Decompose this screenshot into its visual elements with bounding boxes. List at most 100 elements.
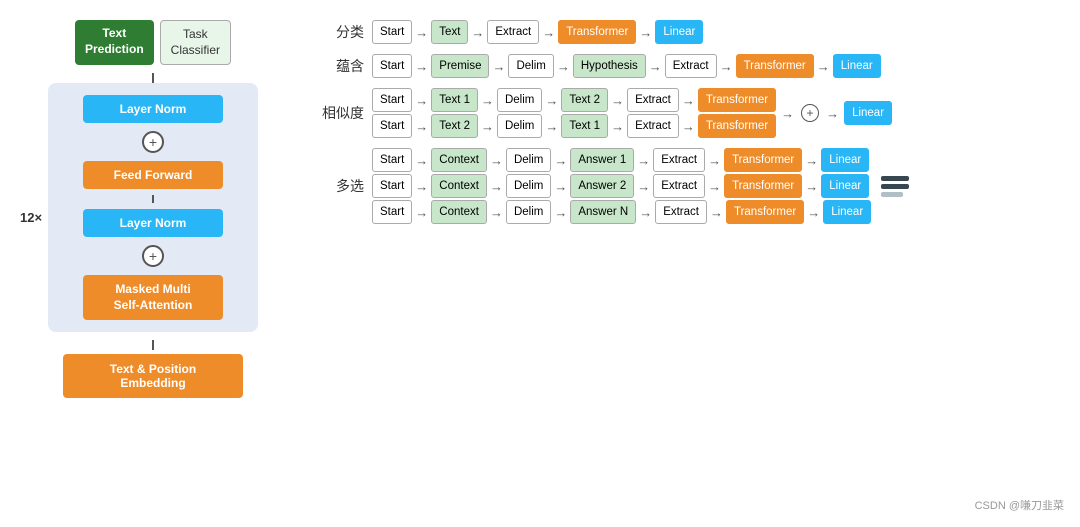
text-prediction-box: Text Prediction	[75, 20, 154, 65]
stacked-bar-1	[881, 176, 909, 181]
arrow-bottom	[152, 340, 154, 350]
stacked-bar-3	[881, 192, 903, 197]
entailment-label: 蕴含	[318, 56, 364, 76]
sim1-text2: Text 2	[561, 88, 608, 112]
mc-rows: Start → Context → Delim → Answer 1 → Ext…	[372, 148, 871, 224]
sim2-text2: Text 2	[431, 114, 478, 138]
stacked-bar-2	[881, 184, 909, 189]
left-panel: Text Prediction Task Classifier Layer No…	[8, 10, 298, 517]
sim-row2: Start → Text 2 → Delim → Text 1 → Extrac…	[372, 114, 776, 138]
plus-circle-bottom: +	[142, 245, 164, 267]
arr8: →	[649, 59, 662, 74]
sim1-transformer: Transformer	[698, 88, 776, 112]
arrow-top	[152, 73, 154, 83]
mc3-context: Context	[431, 200, 487, 224]
sim-plus: +	[801, 104, 819, 122]
sim1-delim: Delim	[497, 88, 542, 112]
plus-row-bottom: +	[64, 243, 242, 269]
sim2-start: Start	[372, 114, 412, 138]
right-panel: 分类 Start → Text → Extract → Transformer …	[298, 10, 1072, 517]
sim1-extract: Extract	[627, 88, 679, 112]
ent-delim: Delim	[508, 54, 553, 78]
mc1-delim: Delim	[506, 148, 551, 172]
mc2-delim: Delim	[506, 174, 551, 198]
mc2-start: Start	[372, 174, 412, 198]
top-boxes: Text Prediction Task Classifier	[75, 20, 231, 65]
plus-row-top: +	[64, 129, 242, 155]
classification-chain: Start → Text → Extract → Transformer → L…	[372, 20, 703, 44]
cls-linear: Linear	[655, 20, 703, 44]
arr3: →	[542, 25, 555, 40]
cls-text: Text	[431, 20, 468, 44]
sim-rows: Start → Text 1 → Delim → Text 2 → Extrac…	[372, 88, 776, 138]
mc1-start: Start	[372, 148, 412, 172]
similarity-wrapper: Start → Text 1 → Delim → Text 2 → Extrac…	[372, 88, 892, 138]
arr10: →	[817, 59, 830, 74]
cls-transformer: Transformer	[558, 20, 636, 44]
sim2-text1: Text 1	[561, 114, 608, 138]
label-12x: 12×	[20, 210, 42, 225]
sim2-delim: Delim	[497, 114, 542, 138]
task-classifier-box: Task Classifier	[160, 20, 231, 65]
masked-attention-box: Masked MultiSelf-Attention	[83, 275, 223, 320]
mc1-linear: Linear	[821, 148, 869, 172]
arr2: →	[471, 25, 484, 40]
classification-row: 分类 Start → Text → Extract → Transformer …	[318, 20, 1072, 44]
layer-norm-bottom: Layer Norm	[83, 209, 223, 237]
watermark: CSDN @嗛刀韭菜	[975, 497, 1064, 513]
ent-hypothesis: Hypothesis	[573, 54, 646, 78]
mc3-answer: Answer N	[570, 200, 636, 224]
sim-linear: Linear	[844, 101, 892, 125]
arrow-mid	[152, 195, 154, 203]
similarity-row: 相似度 Start → Text 1 → Delim → Text 2 → Ex…	[318, 88, 1072, 138]
mc1-extract: Extract	[653, 148, 705, 172]
mc2-extract: Extract	[653, 174, 705, 198]
arr7: →	[557, 59, 570, 74]
mc2-linear: Linear	[821, 174, 869, 198]
sim2-extract: Extract	[627, 114, 679, 138]
embedding-box: Text & Position Embedding	[63, 354, 243, 398]
arr1: →	[415, 25, 428, 40]
cls-start: Start	[372, 20, 412, 44]
cls-extract: Extract	[487, 20, 539, 44]
arr5: →	[415, 59, 428, 74]
ent-start: Start	[372, 54, 412, 78]
mc3-delim: Delim	[506, 200, 551, 224]
mc-row3: Start → Context → Delim → Answer N → Ext…	[372, 200, 871, 224]
mc-label: 多选	[318, 176, 364, 196]
layer-norm-top: Layer Norm	[83, 95, 223, 123]
ent-premise: Premise	[431, 54, 489, 78]
mc-wrapper: Start → Context → Delim → Answer 1 → Ext…	[372, 148, 909, 224]
ent-extract: Extract	[665, 54, 717, 78]
mc3-start: Start	[372, 200, 412, 224]
arr9: →	[720, 59, 733, 74]
feed-forward-box: Feed Forward	[83, 161, 223, 189]
mc2-transformer: Transformer	[724, 174, 802, 198]
multiple-choice-row: 多选 Start → Context → Delim → Answer 1 → …	[318, 148, 1072, 224]
plus-circle-top: +	[142, 131, 164, 153]
sim1-start: Start	[372, 88, 412, 112]
transformer-block: Layer Norm + Feed Forward Layer Norm + M…	[48, 83, 258, 332]
main-container: Text Prediction Task Classifier Layer No…	[0, 0, 1080, 527]
arr4: →	[639, 25, 652, 40]
entailment-chain: Start → Premise → Delim → Hypothesis → E…	[372, 54, 881, 78]
sim2-transformer: Transformer	[698, 114, 776, 138]
arr6: →	[492, 59, 505, 74]
mc-row2: Start → Context → Delim → Answer 2 → Ext…	[372, 174, 871, 198]
mc1-transformer: Transformer	[724, 148, 802, 172]
sim-row1: Start → Text 1 → Delim → Text 2 → Extrac…	[372, 88, 776, 112]
mc2-context: Context	[431, 174, 487, 198]
entailment-row: 蕴含 Start → Premise → Delim → Hypothesis …	[318, 54, 1072, 78]
mc3-linear: Linear	[823, 200, 871, 224]
mc1-context: Context	[431, 148, 487, 172]
sim1-text1: Text 1	[431, 88, 478, 112]
ent-transformer: Transformer	[736, 54, 814, 78]
mc1-answer: Answer 1	[570, 148, 634, 172]
stacked-icon	[881, 176, 909, 197]
mc3-transformer: Transformer	[726, 200, 804, 224]
mc-row1: Start → Context → Delim → Answer 1 → Ext…	[372, 148, 871, 172]
ent-linear: Linear	[833, 54, 881, 78]
similarity-label: 相似度	[318, 103, 364, 123]
mc3-extract: Extract	[655, 200, 707, 224]
classification-label: 分类	[318, 22, 364, 42]
